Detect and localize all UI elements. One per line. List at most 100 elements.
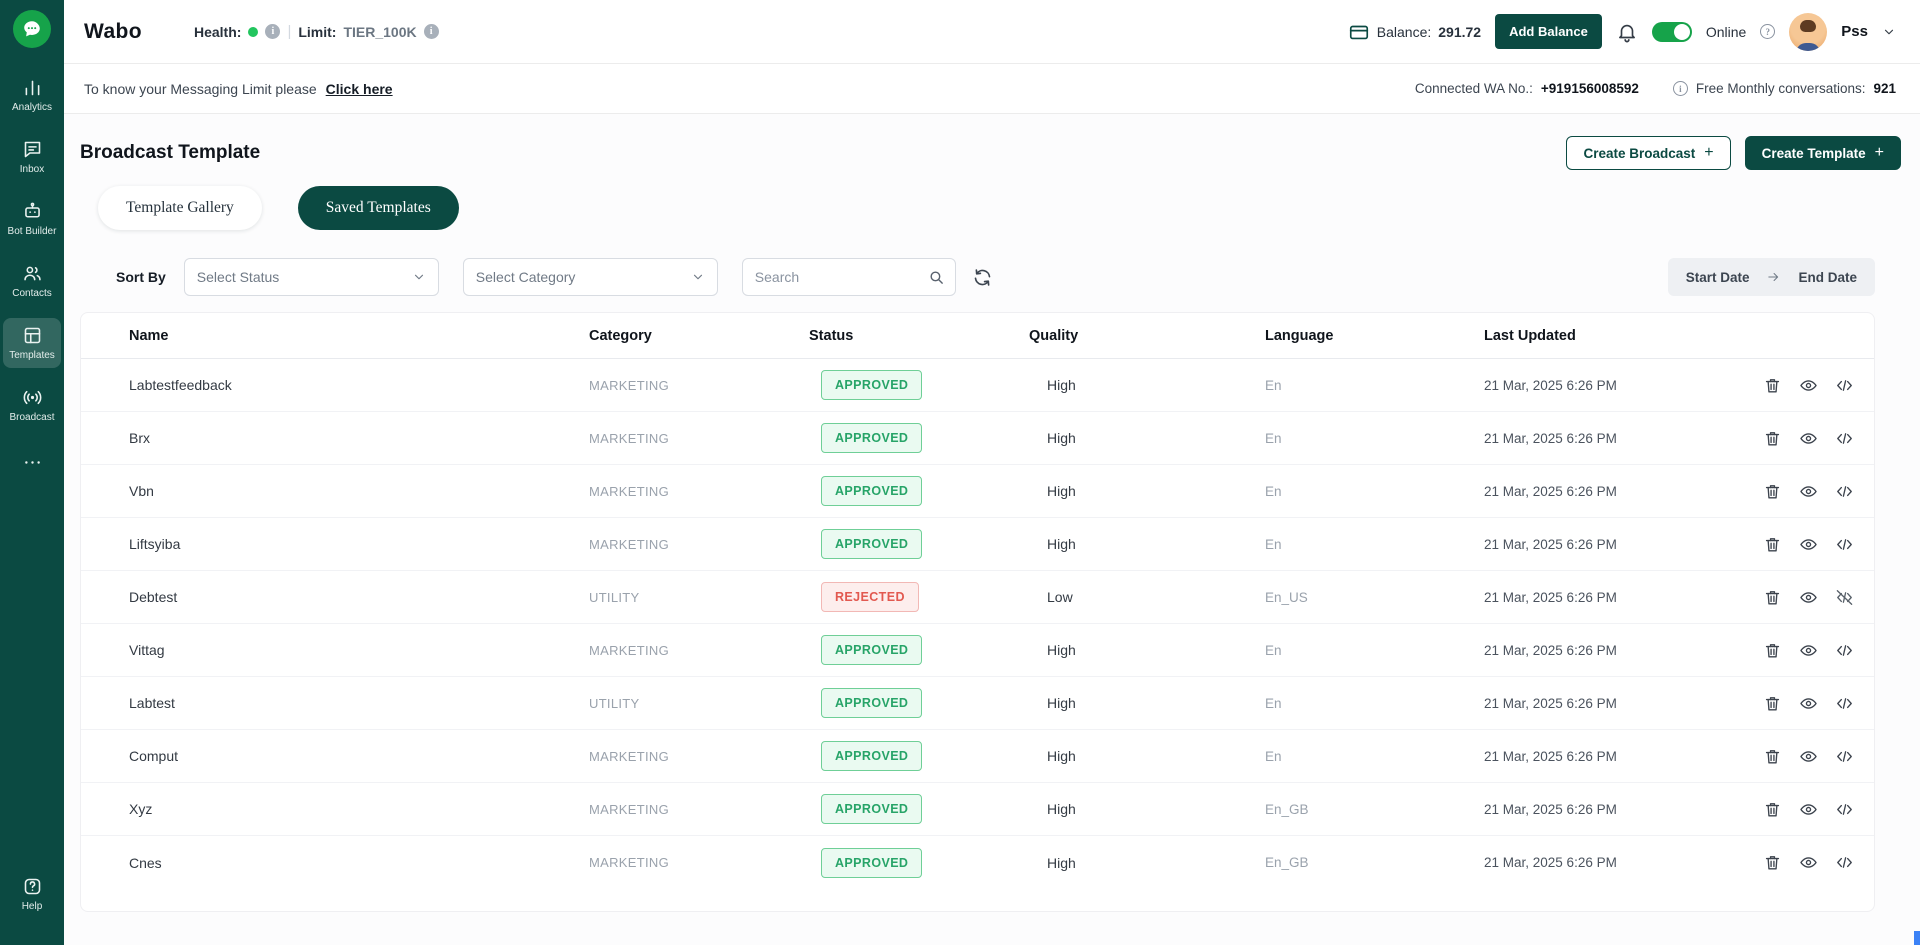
top-bar: Wabo Health: i | Limit: TIER_100K i Bala… (64, 0, 1920, 64)
delete-icon[interactable] (1763, 588, 1782, 607)
tab-template-gallery[interactable]: Template Gallery (98, 186, 262, 230)
template-quality: High (1047, 801, 1076, 817)
online-info-icon[interactable]: ? (1760, 24, 1776, 39)
delete-icon[interactable] (1763, 482, 1782, 501)
template-language: En (1265, 642, 1282, 658)
row-actions (1763, 747, 1854, 766)
create-broadcast-button[interactable]: Create Broadcast + (1566, 136, 1731, 170)
table-row: Debtest UTILITY REJECTED Low En_US 21 Ma… (81, 571, 1874, 624)
status-select[interactable]: Select Status (183, 258, 439, 296)
delete-icon[interactable] (1763, 429, 1782, 448)
create-template-button[interactable]: Create Template + (1744, 136, 1901, 170)
code-icon[interactable] (1835, 853, 1854, 872)
code-icon[interactable] (1835, 694, 1854, 713)
template-language: En_GB (1265, 801, 1309, 817)
code-icon[interactable] (1835, 376, 1854, 395)
create-template-label: Create Template (1761, 145, 1866, 161)
add-balance-button[interactable]: Add Balance (1495, 14, 1602, 49)
template-category: MARKETING (589, 430, 669, 446)
online-toggle[interactable] (1651, 21, 1692, 42)
end-date-button[interactable]: End Date (1798, 270, 1857, 285)
template-last-updated: 21 Mar, 2025 6:26 PM (1484, 855, 1617, 870)
table-row: Labtest UTILITY APPROVED High En 21 Mar,… (81, 677, 1874, 730)
plus-icon: + (1704, 144, 1714, 161)
template-last-updated: 21 Mar, 2025 6:26 PM (1484, 748, 1617, 764)
code-icon[interactable] (1835, 800, 1854, 819)
template-quality: High (1047, 536, 1076, 552)
sidebar-item-analytics[interactable]: Analytics (3, 70, 61, 120)
code-icon[interactable] (1835, 747, 1854, 766)
conversations-info-icon[interactable]: i (1672, 81, 1688, 96)
sidebar-item-broadcast[interactable]: Broadcast (3, 380, 61, 430)
wa-number-value: +919156008592 (1540, 81, 1639, 96)
category-select[interactable]: Select Category (462, 258, 718, 296)
view-icon[interactable] (1799, 641, 1818, 660)
code-icon[interactable] (1835, 482, 1854, 501)
sidebar-item-templates[interactable]: Templates (3, 318, 61, 368)
template-language: En (1265, 695, 1282, 711)
view-icon[interactable] (1799, 376, 1818, 395)
view-icon[interactable] (1799, 800, 1818, 819)
code-icon[interactable] (1835, 641, 1854, 660)
status-badge: APPROVED (821, 741, 923, 771)
column-header-language: Language (1265, 327, 1334, 344)
chevron-down-icon[interactable] (1882, 25, 1896, 39)
sidebar-item-inbox[interactable]: Inbox (3, 132, 61, 182)
health-info-icon[interactable]: i (265, 24, 281, 39)
table-body: Labtestfeedback MARKETING APPROVED High … (81, 359, 1874, 889)
refresh-icon[interactable] (972, 267, 993, 288)
sidebar-item-help[interactable]: Help (3, 869, 61, 919)
delete-icon[interactable] (1763, 800, 1782, 819)
row-actions (1763, 429, 1854, 448)
scrollbar-thumb[interactable] (1914, 931, 1920, 945)
page-title: Broadcast Template (80, 142, 261, 163)
start-date-button[interactable]: Start Date (1686, 270, 1750, 285)
notification-bell-icon[interactable] (1616, 21, 1638, 43)
status-badge: APPROVED (821, 847, 923, 878)
template-last-updated: 21 Mar, 2025 6:26 PM (1484, 377, 1617, 393)
template-name: Labtest (129, 695, 175, 711)
search-input[interactable] (754, 269, 928, 285)
template-quality: High (1047, 642, 1076, 658)
main-area: Wabo Health: i | Limit: TIER_100K i Bala… (64, 0, 1920, 945)
template-language: En_US (1265, 589, 1308, 605)
view-icon[interactable] (1799, 853, 1818, 872)
column-header-name: Name (129, 327, 169, 344)
search-icon[interactable] (928, 269, 945, 286)
view-icon[interactable] (1799, 747, 1818, 766)
delete-icon[interactable] (1763, 747, 1782, 766)
code-icon[interactable] (1835, 588, 1854, 607)
template-category: MARKETING (589, 483, 669, 499)
view-icon[interactable] (1799, 482, 1818, 501)
delete-icon[interactable] (1763, 694, 1782, 713)
app-root: Analytics Inbox Bot Builder Contacts Tem… (0, 0, 1920, 945)
chat-bubble-icon (24, 21, 40, 37)
app-logo[interactable] (13, 10, 51, 48)
sidebar-item-label: Broadcast (9, 412, 55, 423)
view-icon[interactable] (1799, 694, 1818, 713)
sidebar-item-contacts[interactable]: Contacts (3, 256, 61, 306)
delete-icon[interactable] (1763, 853, 1782, 872)
view-icon[interactable] (1799, 429, 1818, 448)
health-segment: Health: i | Limit: TIER_100K i (194, 23, 439, 40)
row-actions (1763, 694, 1854, 713)
code-icon[interactable] (1835, 535, 1854, 554)
limit-info-icon[interactable]: i (423, 24, 439, 39)
sidebar-item-bot-builder[interactable]: Bot Builder (3, 194, 61, 244)
template-name: Labtestfeedback (129, 377, 232, 393)
help-icon (24, 878, 40, 895)
view-icon[interactable] (1799, 535, 1818, 554)
table-row: Labtestfeedback MARKETING APPROVED High … (81, 359, 1874, 412)
user-avatar[interactable] (1789, 12, 1828, 51)
template-quality: High (1047, 854, 1076, 871)
tab-saved-templates[interactable]: Saved Templates (297, 186, 459, 230)
delete-icon[interactable] (1763, 376, 1782, 395)
delete-icon[interactable] (1763, 535, 1782, 554)
limit-value: TIER_100K (343, 23, 417, 40)
sidebar-item-more[interactable] (3, 442, 61, 483)
row-actions (1763, 853, 1854, 872)
view-icon[interactable] (1799, 588, 1818, 607)
click-here-link[interactable]: Click here (326, 81, 393, 97)
code-icon[interactable] (1835, 429, 1854, 448)
delete-icon[interactable] (1763, 641, 1782, 660)
